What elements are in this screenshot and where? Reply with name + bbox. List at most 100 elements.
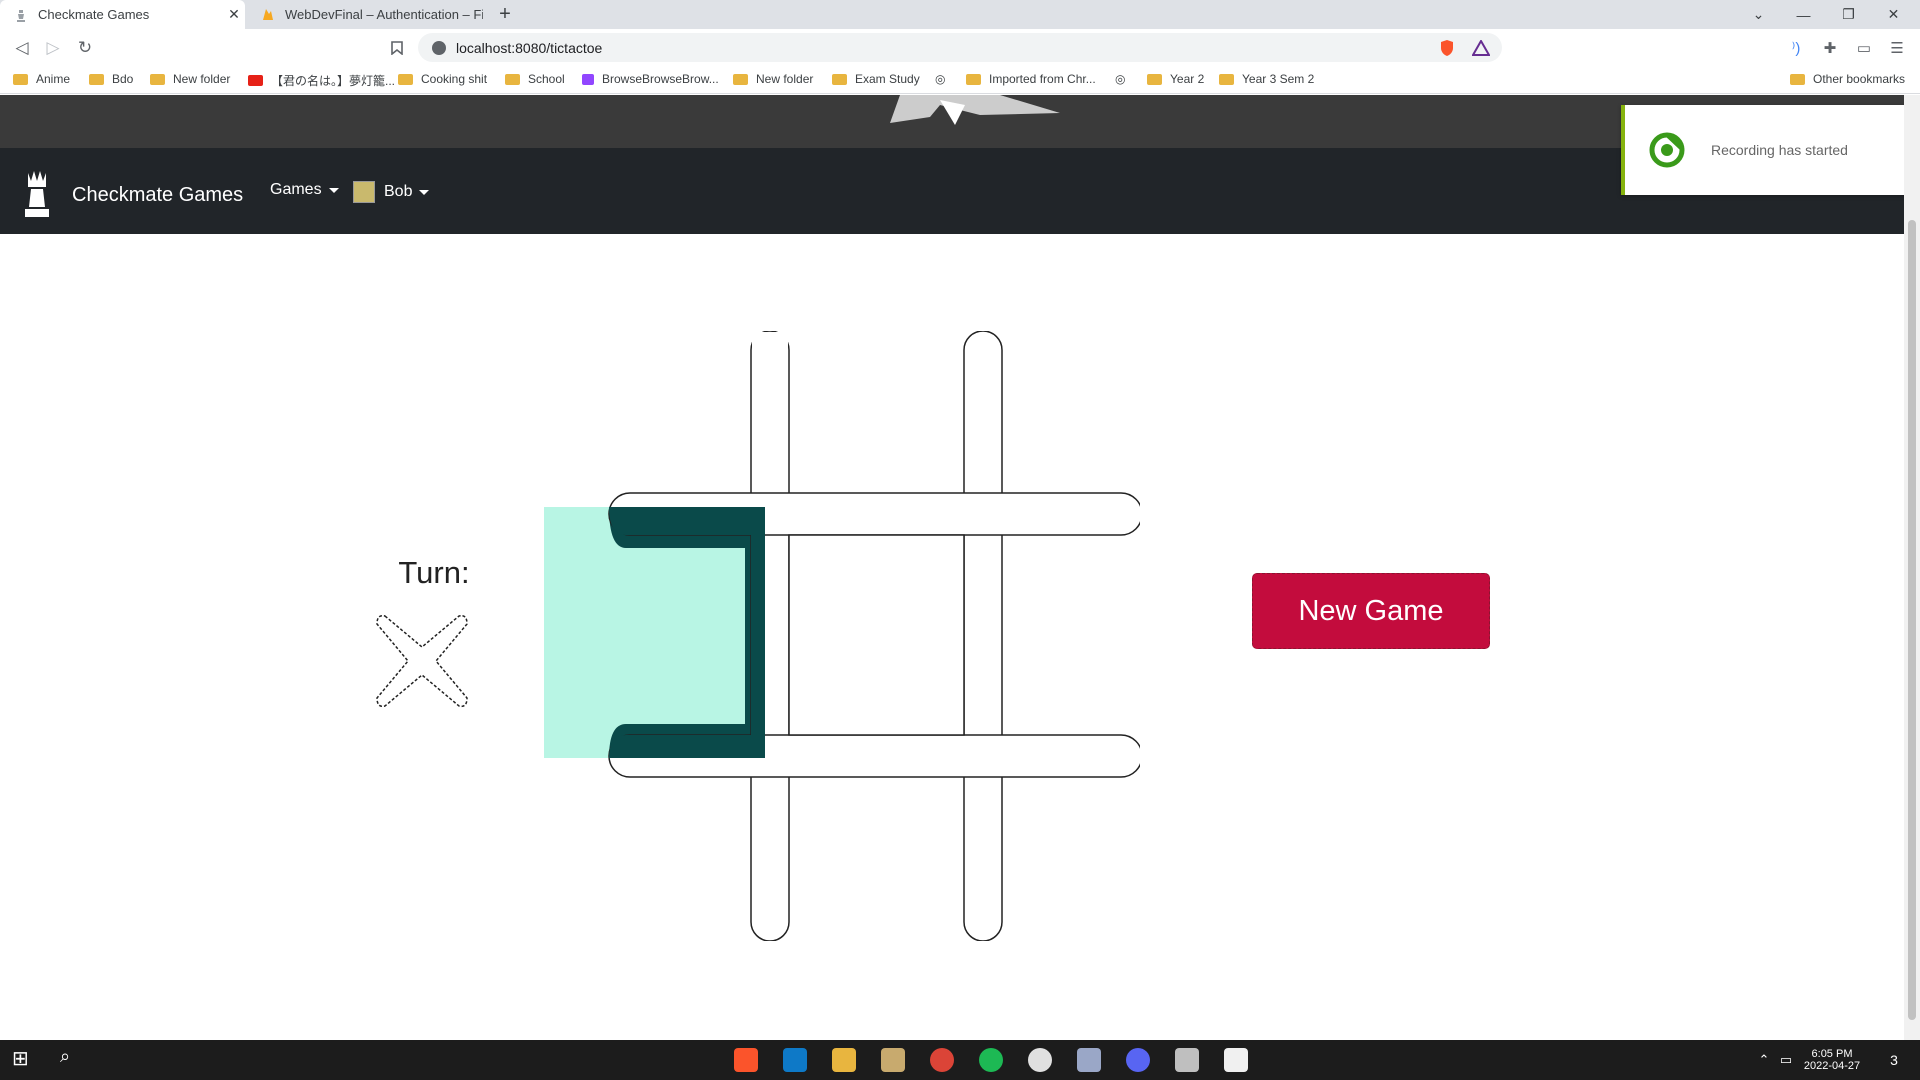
tab-firebase[interactable]: WebDevFinal – Authentication – Firebase <box>247 0 483 29</box>
forward-icon[interactable]: ▷ <box>42 37 64 59</box>
clock-time: 6:05 PM <box>1811 1048 1853 1060</box>
folder-icon <box>1147 73 1162 85</box>
bookmarks-bar: Anime Bdo New folder 【君の名は。】夢灯籠... Cooki… <box>0 66 1920 94</box>
cell-5[interactable] <box>788 534 965 736</box>
wallet-icon[interactable]: ▭ <box>1853 37 1875 59</box>
folder-icon <box>832 73 847 85</box>
tictactoe-board <box>544 331 1140 941</box>
site-info-icon[interactable] <box>432 40 446 55</box>
browser-tab-bar: Checkmate Games ✕ WebDevFinal – Authenti… <box>0 0 1920 29</box>
globe-icon[interactable]: ◎ <box>935 72 945 86</box>
tab-title: WebDevFinal – Authentication – Firebase <box>285 7 483 22</box>
windows-taskbar: ⊞ ⌕ ⌃ ▭ 6:05 PM 2022-04-27 3 <box>0 1040 1920 1080</box>
chevron-down-icon <box>328 187 339 193</box>
app-taskbar-icon[interactable] <box>1028 1048 1052 1072</box>
spotify-taskbar-icon[interactable] <box>979 1048 1003 1072</box>
notifications-icon[interactable]: 3 <box>1876 1040 1912 1080</box>
chevron-down-icon <box>419 189 430 195</box>
banner-chess-art <box>890 95 1060 125</box>
reload-icon[interactable]: ↻ <box>74 37 96 59</box>
back-icon[interactable]: ◁ <box>11 37 33 59</box>
screen: Checkmate Games ✕ WebDevFinal – Authenti… <box>0 0 1920 1080</box>
vscode-taskbar-icon[interactable] <box>783 1048 807 1072</box>
read-aloud-extension-icon[interactable]: ⁾) <box>1785 37 1807 59</box>
bookmark-bdo[interactable]: Bdo <box>89 72 133 86</box>
extensions-puzzle-icon[interactable]: ✚ <box>1819 37 1841 59</box>
file-explorer-taskbar-icon[interactable] <box>832 1048 856 1072</box>
url-text: localhost:8080/tictactoe <box>456 39 603 56</box>
bookmark-youtube-video[interactable]: 【君の名は。】夢灯籠... <box>248 72 395 89</box>
folder-icon <box>505 73 520 85</box>
firebase-favicon-icon <box>261 8 275 22</box>
folder-icon <box>150 73 165 85</box>
bookmark-year-3-sem-2[interactable]: Year 3 Sem 2 <box>1219 72 1314 86</box>
folder-icon <box>398 73 413 85</box>
chess-queen-logo-icon <box>25 171 49 217</box>
system-clock[interactable]: 6:05 PM 2022-04-27 <box>1792 1040 1872 1080</box>
folder-icon <box>13 73 28 85</box>
browser-toolbar: ◁ ▷ ↻ localhost:8080/tictactoe ⁾) ✚ ▭ ☰ <box>0 29 1920 66</box>
page-scrollbar[interactable] <box>1904 95 1920 1040</box>
twitch-icon <box>582 73 594 85</box>
brand-name: Checkmate Games <box>72 183 244 206</box>
address-bar[interactable]: localhost:8080/tictactoe <box>418 33 1502 62</box>
bookmark-exam-study[interactable]: Exam Study <box>832 72 920 86</box>
board-vertical-line-2 <box>963 331 1003 941</box>
virtualbox-taskbar-icon[interactable] <box>1077 1048 1101 1072</box>
close-tab-icon[interactable]: ✕ <box>223 6 245 23</box>
clock-date: 2022-04-27 <box>1803 1060 1861 1072</box>
toast-message: Recording has started <box>1711 142 1848 158</box>
folder-icon <box>733 73 748 85</box>
tray-chevron-icon[interactable]: ⌃ <box>1752 1040 1776 1080</box>
site-navbar: Checkmate Games Games Bob <box>0 148 1904 234</box>
minimize-icon[interactable]: — <box>1781 0 1826 29</box>
notification-count: 3 <box>1890 1052 1898 1068</box>
globe-icon[interactable]: ◎ <box>1115 72 1125 86</box>
tab-checkmate-games[interactable]: Checkmate Games ✕ <box>0 0 245 29</box>
bookmark-twitch[interactable]: BrowseBrowseBrow... <box>582 72 719 86</box>
games-dropdown[interactable]: Games <box>270 181 339 199</box>
other-bookmarks[interactable]: Other bookmarks <box>1790 72 1905 86</box>
folder-icon <box>1790 73 1805 85</box>
bookmark-school[interactable]: School <box>505 72 565 86</box>
recording-toast: Recording has started <box>1621 105 1904 195</box>
page-content: Checkmate Games Games Bob Recording has … <box>0 95 1904 1040</box>
bookmark-cooking[interactable]: Cooking shit <box>398 72 487 86</box>
bookmark-year-2[interactable]: Year 2 <box>1147 72 1204 86</box>
brand-link[interactable]: Checkmate Games <box>20 169 243 221</box>
brave-rewards-icon[interactable] <box>1470 37 1492 59</box>
new-game-button[interactable]: New Game <box>1252 573 1490 649</box>
header-banner <box>0 95 1904 148</box>
tab-title: Checkmate Games <box>38 7 150 22</box>
bookmark-anime[interactable]: Anime <box>13 72 70 86</box>
turn-label: Turn: <box>398 555 470 590</box>
new-tab-button[interactable]: + <box>494 3 516 26</box>
folder-icon <box>966 73 981 85</box>
close-window-icon[interactable]: ✕ <box>1871 0 1916 29</box>
menu-icon[interactable]: ☰ <box>1886 37 1908 59</box>
recording-icon <box>1649 132 1685 168</box>
brave-shield-icon[interactable] <box>1436 37 1458 59</box>
bookmark-new-folder[interactable]: New folder <box>150 72 230 86</box>
search-icon[interactable]: ⌕ <box>60 1046 84 1070</box>
app-taskbar-icon-3[interactable] <box>1224 1048 1248 1072</box>
windows-start-icon[interactable]: ⊞ <box>12 1046 36 1070</box>
folder-icon <box>1219 73 1234 85</box>
discord-taskbar-icon[interactable] <box>1126 1048 1150 1072</box>
user-dropdown[interactable]: Bob <box>353 181 430 203</box>
bookmark-new-folder-2[interactable]: New folder <box>733 72 813 86</box>
current-turn-x-icon <box>376 614 468 708</box>
app-taskbar-icon-2[interactable] <box>1175 1048 1199 1072</box>
brave-taskbar-icon[interactable] <box>734 1048 758 1072</box>
league-taskbar-icon[interactable] <box>881 1048 905 1072</box>
bookmark-imported[interactable]: Imported from Chr... <box>966 72 1096 86</box>
chrome-taskbar-icon[interactable] <box>930 1048 954 1072</box>
youtube-icon <box>248 75 263 86</box>
tab-search-chevron-icon[interactable]: ⌄ <box>1736 0 1781 29</box>
restore-icon[interactable]: ❐ <box>1826 0 1871 29</box>
bookmark-icon[interactable] <box>386 37 408 59</box>
avatar <box>353 181 375 203</box>
folder-icon <box>89 73 104 85</box>
scrollbar-thumb[interactable] <box>1908 220 1916 1020</box>
chess-king-favicon-icon <box>14 8 28 22</box>
